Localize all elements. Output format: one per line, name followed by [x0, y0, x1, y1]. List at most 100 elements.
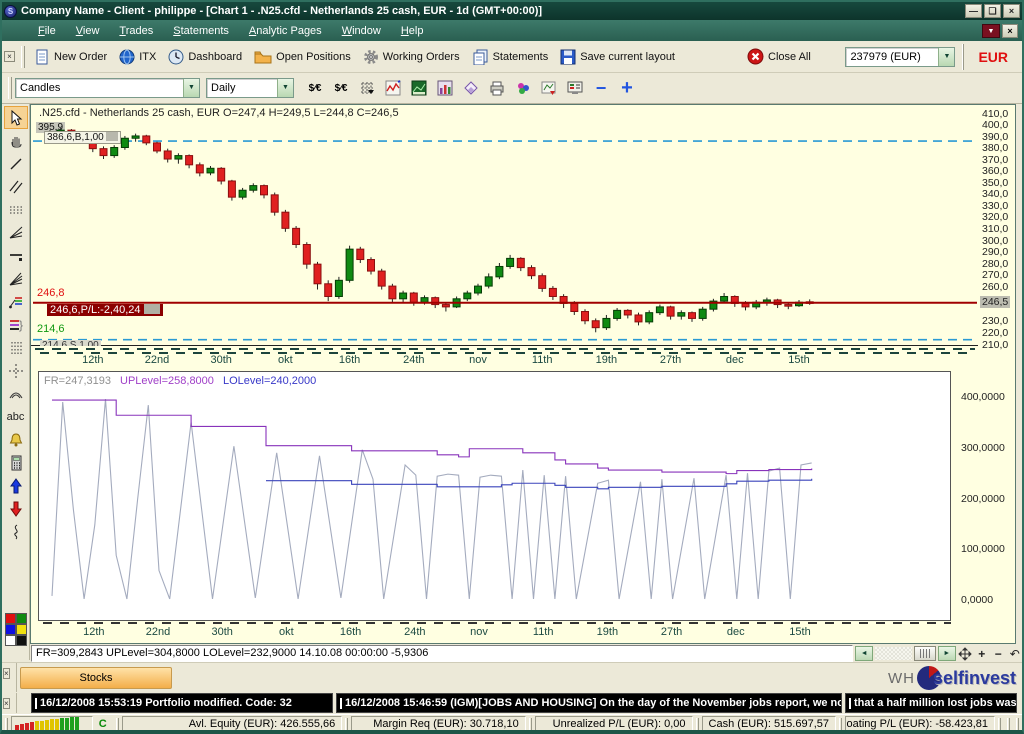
y-axis-tick-label: 320,0: [982, 211, 1008, 223]
pitchfork-tool-icon[interactable]: [4, 290, 28, 313]
zoom-in-small-icon[interactable]: +: [974, 646, 989, 661]
volume-chart-icon[interactable]: [434, 78, 456, 98]
indicator-chart[interactable]: [39, 372, 950, 620]
parallel-lines-tool-icon[interactable]: [4, 175, 28, 198]
menu-trades[interactable]: Trades: [111, 23, 161, 39]
sell-order-label[interactable]: 214,6,S,1,00: [40, 340, 101, 346]
close-all-button[interactable]: Close All: [741, 45, 817, 68]
zoom-out-icon[interactable]: −: [590, 78, 612, 98]
toolbar-grip[interactable]: [21, 46, 25, 68]
retracement-tool-icon[interactable]: }: [4, 313, 28, 336]
itx-button[interactable]: ITX: [113, 46, 162, 68]
horizontal-line-tool-icon[interactable]: [4, 244, 28, 267]
pointer-tool-icon[interactable]: [4, 106, 28, 129]
chart-template-icon[interactable]: [408, 78, 430, 98]
menu-file[interactable]: File: [30, 23, 64, 39]
statements-button[interactable]: Statements: [466, 46, 555, 68]
chart-settings-icon[interactable]: [564, 78, 586, 98]
chevron-down-icon[interactable]: ▼: [277, 79, 293, 97]
paint-icon[interactable]: [512, 78, 534, 98]
chart-toolbar-grip[interactable]: [8, 77, 12, 99]
tab-stocks[interactable]: Stocks: [20, 667, 172, 689]
alarm-tool-icon[interactable]: [4, 428, 28, 451]
print-icon[interactable]: [486, 78, 508, 98]
color-green[interactable]: [16, 613, 27, 624]
scrollbar-track[interactable]: [875, 647, 911, 660]
undo-zoom-icon[interactable]: ↶: [1007, 646, 1022, 661]
ticker-side: ×: [2, 693, 17, 713]
trendline-tool-icon[interactable]: [4, 152, 28, 175]
ticker-message[interactable]: 16/12/2008 15:46:59 (IGM)[JOBS AND HOUSI…: [336, 693, 842, 713]
price-scale-icon[interactable]: $⁄€: [304, 78, 326, 98]
chart-panel[interactable]: 395,9 .N25.cfd - Netherlands 25 cash, EU…: [30, 104, 1016, 644]
hand-tool-icon[interactable]: [4, 129, 28, 152]
vertical-grid-tool-icon[interactable]: [4, 336, 28, 359]
sell-arrow-tool-icon[interactable]: [4, 497, 28, 520]
close-button[interactable]: ×: [1003, 4, 1020, 18]
indicator-chart-panel[interactable]: FR=247,3193 UPLevel=258,8000 LOLevel=240…: [38, 371, 951, 621]
color-blue[interactable]: [5, 624, 16, 635]
save-layout-button[interactable]: Save current layout: [554, 46, 681, 68]
freehand-tool-icon[interactable]: [4, 520, 28, 543]
color-palette[interactable]: [5, 613, 27, 646]
menubar-close-button[interactable]: ×: [1002, 24, 1018, 38]
ticker-message[interactable]: 16/12/2008 15:53:19 Portfolio modified. …: [31, 693, 333, 713]
export-chart-icon[interactable]: [538, 78, 560, 98]
signal-bar: [45, 720, 49, 730]
menu-help[interactable]: Help: [393, 23, 432, 39]
chevron-down-icon[interactable]: ▼: [938, 48, 954, 66]
color-red[interactable]: [5, 613, 16, 624]
statusbar-grip: [5, 718, 8, 730]
ticker-close-icon[interactable]: ×: [3, 698, 10, 709]
statusbar-grip: [1016, 718, 1019, 730]
dashboard-button[interactable]: Dashboard: [162, 46, 248, 68]
account-value: 237979 (EUR): [846, 51, 938, 63]
text-tool-icon[interactable]: abc: [4, 405, 28, 428]
scroll-right-button[interactable]: ►: [938, 646, 956, 661]
menu-window[interactable]: Window: [334, 23, 389, 39]
menubar-dropdown-button[interactable]: ▼: [982, 24, 1000, 38]
x-axis-tick-label: 11th: [521, 626, 565, 638]
toolbar-close-icon[interactable]: ×: [4, 51, 15, 62]
open-positions-button[interactable]: Open Positions: [248, 46, 357, 68]
working-orders-button[interactable]: Working Orders: [357, 46, 466, 68]
chart-type-select[interactable]: Candles ▼: [15, 78, 200, 98]
candlestick-chart[interactable]: [31, 105, 978, 355]
grid-settings-icon[interactable]: [356, 78, 378, 98]
logo-name-text: selfinvest: [933, 668, 1016, 689]
x-axis-tick-label: 30th: [199, 354, 243, 366]
indicators-icon[interactable]: [382, 78, 404, 98]
scrollbar-handle[interactable]: [914, 646, 936, 661]
menu-statements[interactable]: Statements: [165, 23, 237, 39]
scroll-left-button[interactable]: ◄: [855, 646, 873, 661]
statusbar-grip: [839, 718, 842, 730]
speed-lines-tool-icon[interactable]: [4, 267, 28, 290]
ticker-message[interactable]: that a half million lost jobs was...: [845, 693, 1017, 713]
position-pl-label[interactable]: 246,6,P/L:-2,40,24: [47, 304, 163, 316]
menu-view[interactable]: View: [68, 23, 108, 39]
zoom-out-small-icon[interactable]: −: [991, 646, 1006, 661]
restore-button[interactable]: ❏: [984, 4, 1001, 18]
menu-analytic-pages[interactable]: Analytic Pages: [241, 23, 330, 39]
arcs-tool-icon[interactable]: [4, 382, 28, 405]
fan-lines-tool-icon[interactable]: [4, 221, 28, 244]
buy-arrow-tool-icon[interactable]: [4, 474, 28, 497]
zoom-in-icon[interactable]: +: [616, 78, 638, 98]
calculator-tool-icon[interactable]: [4, 451, 28, 474]
eraser-icon[interactable]: [460, 78, 482, 98]
chart-scrollbar: ◄ ► + − ↶: [855, 645, 1022, 662]
pan-icon[interactable]: [958, 646, 973, 661]
chevron-down-icon[interactable]: ▼: [183, 79, 199, 97]
buy-order-label[interactable]: 386,6,B,1,00: [44, 131, 121, 144]
minimize-button[interactable]: —: [965, 4, 982, 18]
new-order-button[interactable]: New Order: [28, 46, 113, 68]
price-scale-alt-icon[interactable]: $⁄€: [330, 78, 352, 98]
color-yellow[interactable]: [16, 624, 27, 635]
account-select[interactable]: 237979 (EUR) ▼: [845, 47, 955, 67]
x-axis-tick-label: 19th: [584, 354, 628, 366]
dotted-lines-tool-icon[interactable]: [4, 198, 28, 221]
crosshair-tool-icon[interactable]: [4, 359, 28, 382]
period-select[interactable]: Daily ▼: [206, 78, 294, 98]
tab-row-close-icon[interactable]: ×: [3, 668, 10, 679]
avl-equity-panel: Avl. Equity (EUR): 426.555,66: [122, 716, 343, 732]
